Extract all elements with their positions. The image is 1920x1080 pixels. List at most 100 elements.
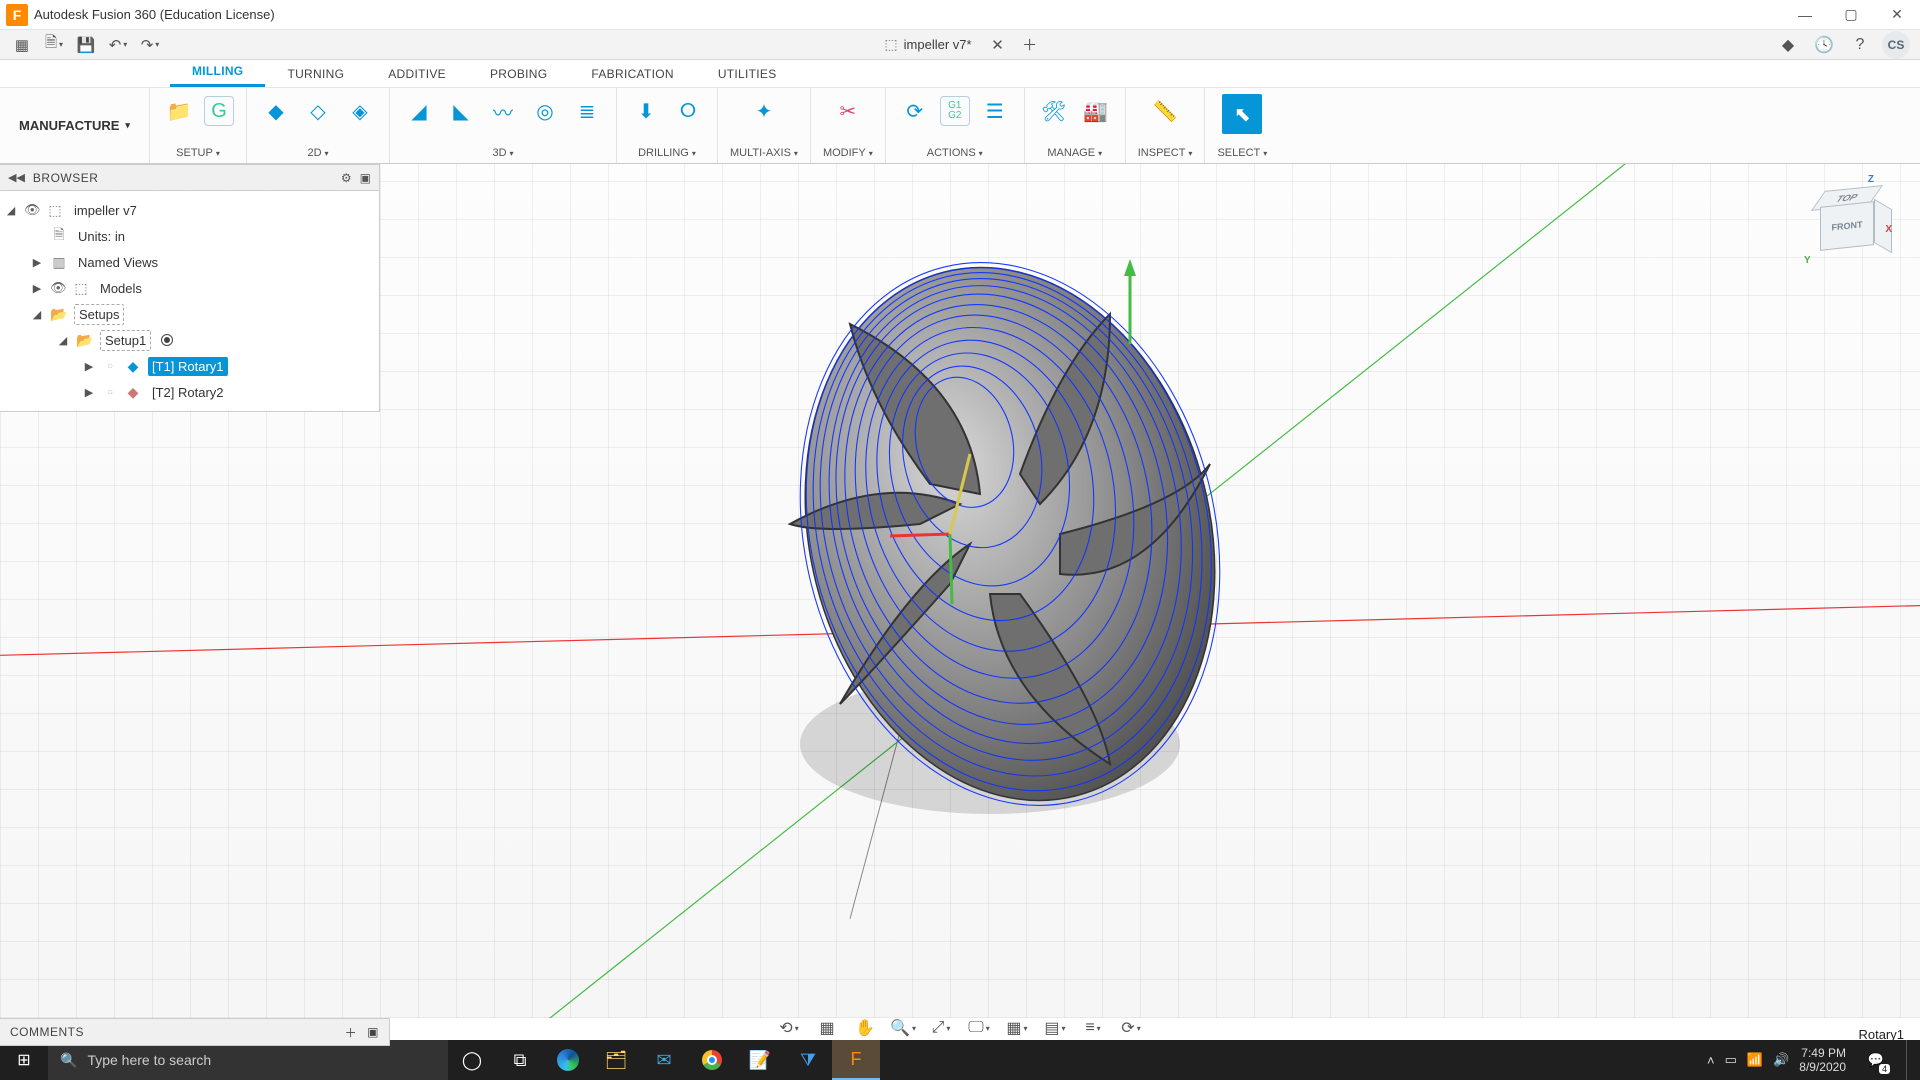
2d-adaptive-icon[interactable]: ◈ bbox=[343, 94, 377, 128]
eye-icon[interactable]: 👁 bbox=[50, 280, 66, 296]
tree-node-units[interactable]: ▶🗎 Units: in bbox=[4, 223, 375, 249]
ribbon-tab-utilities[interactable]: UTILITIES bbox=[696, 61, 799, 87]
comments-bar[interactable]: COMMENTS ＋ ▣ bbox=[0, 1018, 390, 1046]
eye-icon[interactable]: ○ bbox=[102, 361, 118, 372]
collapse-icon[interactable]: ◀◀ bbox=[8, 171, 25, 184]
grid-settings-button[interactable]: ▦▾ bbox=[1003, 1016, 1031, 1040]
add-comment-icon[interactable]: ＋ bbox=[345, 1024, 358, 1041]
bore-icon[interactable]: ⭘ bbox=[671, 94, 705, 128]
setup-folder-icon[interactable]: 📁 bbox=[162, 94, 196, 128]
extensions-icon[interactable]: ◆ bbox=[1774, 31, 1802, 59]
setup-sheet-icon[interactable]: ☰ bbox=[978, 94, 1012, 128]
machine-library-icon[interactable]: 🏭 bbox=[1079, 94, 1113, 128]
3d-contour-icon[interactable]: 〰 bbox=[486, 94, 520, 128]
browser-settings-icon[interactable]: ⚙ bbox=[341, 171, 352, 185]
measure-icon[interactable]: 📏 bbox=[1148, 94, 1182, 128]
tree-root[interactable]: ◢👁⬚ impeller v7 bbox=[4, 197, 375, 223]
generate-icon[interactable]: ⟳ bbox=[898, 94, 932, 128]
vscode-icon[interactable]: ⧩ bbox=[784, 1040, 832, 1080]
eye-icon[interactable]: 👁 bbox=[24, 202, 40, 218]
refresh-button[interactable]: ⟳▾ bbox=[1117, 1016, 1145, 1040]
tab-close-button[interactable]: ✕ bbox=[984, 33, 1012, 57]
2d-face-icon[interactable]: ◆ bbox=[259, 94, 293, 128]
ribbon-tab-probing[interactable]: PROBING bbox=[468, 61, 569, 87]
redo-button[interactable]: ↷▾ bbox=[136, 33, 164, 57]
toolpath-trim-icon[interactable]: ✂ bbox=[831, 94, 865, 128]
tree-node-rotary2[interactable]: ▶○◆ [T2] Rotary2 bbox=[4, 379, 375, 405]
save-button[interactable]: 💾 bbox=[72, 33, 100, 57]
edge-icon[interactable] bbox=[544, 1040, 592, 1080]
expand-comments-icon[interactable]: ▣ bbox=[367, 1025, 379, 1039]
document-tab[interactable]: ⬚ impeller v7* bbox=[874, 33, 981, 56]
action-center-icon[interactable]: 💬4 bbox=[1856, 1040, 1896, 1080]
zoom-button[interactable]: 🔍▾ bbox=[889, 1016, 917, 1040]
file-menu-button[interactable]: 🗎▾ bbox=[40, 33, 68, 57]
eye-icon[interactable]: ○ bbox=[102, 387, 118, 398]
3d-adaptive-icon[interactable]: ◢ bbox=[402, 94, 436, 128]
browser-header[interactable]: ◀◀ BROWSER ⚙ ▣ bbox=[0, 165, 379, 191]
volume-icon[interactable]: 🔊 bbox=[1773, 1052, 1789, 1068]
ribbon-group-inspect: 📏 INSPECT▾ bbox=[1126, 88, 1206, 163]
ribbon-tab-fabrication[interactable]: FABRICATION bbox=[569, 61, 695, 87]
tree-node-rotary1[interactable]: ▶○◆ [T1] Rotary1 bbox=[4, 353, 375, 379]
ribbon: MANUFACTURE▾ 📁 G SETUP▾ ◆ ◇ ◈ 2D▾ ◢ ◣ 〰 … bbox=[0, 88, 1920, 164]
task-view-icon[interactable]: ⧉ bbox=[496, 1040, 544, 1080]
2d-contour-icon[interactable]: ◇ bbox=[301, 94, 335, 128]
ribbon-tab-milling[interactable]: MILLING bbox=[170, 58, 265, 87]
drill-icon[interactable]: ⬇ bbox=[629, 94, 663, 128]
3d-spiral-icon[interactable]: ◎ bbox=[528, 94, 562, 128]
window-maximize-button[interactable]: ▢ bbox=[1828, 0, 1874, 30]
cortana-icon[interactable]: ◯ bbox=[448, 1040, 496, 1080]
wifi-icon[interactable]: 📶 bbox=[1747, 1052, 1763, 1068]
window-minimize-button[interactable]: — bbox=[1782, 0, 1828, 30]
file-explorer-icon[interactable]: 🗂 bbox=[592, 1040, 640, 1080]
workspace-dropdown[interactable]: MANUFACTURE▾ bbox=[0, 88, 150, 163]
user-avatar[interactable]: CS bbox=[1882, 31, 1910, 59]
tree-node-models[interactable]: ▶👁⬚ Models bbox=[4, 275, 375, 301]
window-close-button[interactable]: ✕ bbox=[1874, 0, 1920, 30]
notepad-icon[interactable]: 📝 bbox=[736, 1040, 784, 1080]
ribbon-group-drilling-label: DRILLING bbox=[638, 147, 689, 159]
viewcube-x-label: X bbox=[1885, 224, 1892, 235]
tree-node-namedviews[interactable]: ▶▥ Named Views bbox=[4, 249, 375, 275]
fusion360-taskbar-icon[interactable]: F bbox=[832, 1040, 880, 1080]
3d-parallel-icon[interactable]: ◣ bbox=[444, 94, 478, 128]
3d-radial-icon[interactable]: ≣ bbox=[570, 94, 604, 128]
ribbon-tab-additive[interactable]: ADDITIVE bbox=[366, 61, 468, 87]
ribbon-tab-turning[interactable]: TURNING bbox=[265, 61, 366, 87]
system-tray: ˄ ▭ 📶 🔊 7:49 PM 8/9/2020 💬4 bbox=[1707, 1040, 1920, 1080]
taskbar-search[interactable]: 🔍 Type here to search bbox=[48, 1040, 448, 1080]
tool-library-icon[interactable]: 🛠 bbox=[1037, 94, 1071, 128]
new-tab-button[interactable]: ＋ bbox=[1016, 33, 1044, 57]
undo-button[interactable]: ↶▾ bbox=[104, 33, 132, 57]
postprocess-icon[interactable]: G1G2 bbox=[940, 96, 970, 126]
help-icon[interactable]: ? bbox=[1846, 31, 1874, 59]
tray-overflow-icon[interactable]: ˄ bbox=[1707, 1053, 1715, 1068]
select-tool-button[interactable]: ⬉ bbox=[1222, 94, 1262, 134]
viewcube-face-front[interactable]: FRONT bbox=[1820, 201, 1874, 251]
setup-gcode-icon[interactable]: G bbox=[204, 96, 234, 126]
display-settings-button[interactable]: 🖵▾ bbox=[965, 1016, 993, 1040]
fit-button[interactable]: ⤢▾ bbox=[927, 1016, 955, 1040]
tree-node-setups[interactable]: ◢📂 Setups bbox=[4, 301, 375, 327]
battery-icon[interactable]: ▭ bbox=[1725, 1052, 1737, 1068]
ribbon-group-select: ⬉ SELECT▾ bbox=[1205, 88, 1279, 163]
browser-title: BROWSER bbox=[33, 171, 99, 185]
taskbar-clock[interactable]: 7:49 PM 8/9/2020 bbox=[1799, 1046, 1846, 1074]
show-desktop-button[interactable] bbox=[1906, 1040, 1912, 1080]
browser-pin-icon[interactable]: ▣ bbox=[360, 171, 371, 185]
tree-node-setup1[interactable]: ◢📂 Setup1 bbox=[4, 327, 375, 353]
active-setup-indicator[interactable] bbox=[161, 334, 173, 346]
start-button[interactable]: ⊞ bbox=[0, 1040, 48, 1080]
mail-icon[interactable]: ✉ bbox=[640, 1040, 688, 1080]
lookat-button[interactable]: ▦ bbox=[813, 1016, 841, 1040]
effects-button[interactable]: ≡▾ bbox=[1079, 1016, 1107, 1040]
orbit-button[interactable]: ⟲▾ bbox=[775, 1016, 803, 1040]
job-status-icon[interactable]: 🕓 bbox=[1810, 31, 1838, 59]
pan-button[interactable]: ✋ bbox=[851, 1016, 879, 1040]
chrome-icon[interactable] bbox=[688, 1040, 736, 1080]
viewport-layout-button[interactable]: ▤▾ bbox=[1041, 1016, 1069, 1040]
multiaxis-icon[interactable]: ✦ bbox=[747, 94, 781, 128]
grid-apps-icon[interactable]: ▦ bbox=[8, 33, 36, 57]
viewcube[interactable]: TOP FRONT X Y Z bbox=[1806, 182, 1884, 260]
